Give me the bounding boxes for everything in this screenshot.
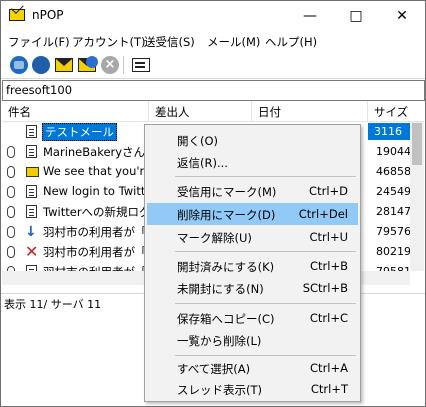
column-from[interactable]: 差出人 bbox=[149, 101, 252, 122]
toolbar: × bbox=[1, 52, 425, 79]
menu-help[interactable]: ヘルプ(H) bbox=[265, 34, 317, 50]
row-size: 3116 bbox=[368, 123, 416, 140]
title-bar: nPOP — □ ✕ bbox=[1, 1, 425, 31]
column-size[interactable]: サイズ bbox=[368, 101, 424, 122]
menu-unmark[interactable]: マーク解除(U) Ctrl+U bbox=[147, 226, 358, 248]
menu-open[interactable]: 開く(O) bbox=[147, 129, 358, 151]
row-subject: MarineBakeryさん、. bbox=[43, 145, 148, 159]
download-arrow-icon: ↓ bbox=[25, 224, 37, 240]
attachment-icon bbox=[7, 246, 15, 258]
context-menu: 開く(O) 返信(R)... 受信用にマーク(M) Ctrl+D 削除用にマーク(… bbox=[144, 124, 361, 402]
menu-account[interactable]: アカウント(T) bbox=[72, 34, 146, 50]
menu-thread-view[interactable]: スレッド表示(T) Ctrl+T bbox=[147, 378, 358, 400]
row-size: 46858 bbox=[376, 165, 411, 178]
row-subject: New login to Twitt... bbox=[43, 184, 148, 198]
mailbox-list-icon[interactable] bbox=[132, 58, 150, 72]
menu-select-all[interactable]: すべて選択(A) Ctrl+A bbox=[147, 357, 358, 379]
document-icon bbox=[26, 125, 37, 138]
row-size: 80219 bbox=[376, 245, 411, 258]
row-subject: 羽村市の利用者が「... bbox=[43, 225, 148, 239]
menu-copy-to-savebox[interactable]: 保存箱へコピー(C) Ctrl+C bbox=[147, 307, 358, 329]
menu-mark-receive[interactable]: 受信用にマーク(M) Ctrl+D bbox=[147, 180, 358, 202]
column-subject[interactable]: 件名 bbox=[2, 101, 149, 122]
stop-icon[interactable]: × bbox=[101, 56, 119, 74]
row-subject: We see that you're... bbox=[43, 164, 148, 178]
envelope-icon bbox=[26, 167, 39, 177]
toolbar-separator bbox=[123, 56, 124, 74]
new-mail-icon[interactable] bbox=[55, 58, 73, 72]
menu-file[interactable]: ファイル(F) bbox=[8, 34, 70, 50]
account-value: freesoft100 bbox=[6, 83, 73, 97]
row-size: 24549 bbox=[376, 185, 411, 198]
row-size: 79576 bbox=[376, 225, 411, 238]
menu-mail[interactable]: メール(M) bbox=[207, 34, 260, 50]
document-icon bbox=[26, 205, 37, 218]
attachment-icon bbox=[7, 186, 15, 198]
menu-separator bbox=[175, 251, 356, 252]
npop-app-icon bbox=[9, 9, 25, 21]
attachment-icon bbox=[7, 146, 15, 158]
status-text: 表示 11/ サーバ 11 bbox=[4, 298, 102, 311]
menu-separator bbox=[175, 303, 356, 304]
row-size: 28147 bbox=[376, 205, 411, 218]
maximize-button[interactable]: □ bbox=[333, 1, 379, 31]
menu-mark-delete[interactable]: 削除用にマーク(D) Ctrl+Del bbox=[147, 203, 358, 225]
reply-mail-icon[interactable] bbox=[78, 56, 98, 72]
row-subject: 羽村市の利用者が「... bbox=[43, 245, 148, 259]
scrollbar-thumb[interactable] bbox=[412, 123, 422, 165]
document-icon bbox=[26, 185, 37, 198]
row-subject: テストメール bbox=[42, 123, 117, 141]
column-date[interactable]: 日付 bbox=[252, 101, 368, 122]
app-window: nPOP — □ ✕ ファイル(F) アカウント(T) 送受信(S) メール(M… bbox=[0, 0, 426, 407]
attachment-icon bbox=[7, 226, 15, 238]
minimize-button[interactable]: — bbox=[287, 1, 333, 31]
attachment-icon bbox=[7, 206, 15, 218]
menu-reply[interactable]: 返信(R)... bbox=[147, 151, 358, 173]
window-title: nPOP bbox=[32, 8, 64, 22]
document-icon bbox=[26, 145, 37, 158]
row-size: 19044 bbox=[376, 145, 411, 158]
menu-send-receive[interactable]: 送受信(S) bbox=[144, 34, 195, 50]
menu-remove-from-list[interactable]: 一覧から削除(L) bbox=[147, 329, 358, 351]
attachment-icon bbox=[7, 166, 15, 178]
menu-mark-unread[interactable]: 未開封にする(N) SCtrl+B bbox=[147, 277, 358, 299]
send-receive-icon[interactable] bbox=[32, 56, 50, 74]
menu-separator bbox=[175, 355, 356, 356]
menu-mark-read[interactable]: 開封済みにする(K) Ctrl+B bbox=[147, 255, 358, 277]
delete-mark-icon: ✕ bbox=[25, 242, 39, 261]
menu-bar: ファイル(F) アカウント(T) 送受信(S) メール(M) ヘルプ(H) bbox=[1, 31, 425, 51]
close-button[interactable]: ✕ bbox=[379, 1, 425, 31]
check-mail-icon[interactable] bbox=[10, 56, 28, 74]
vertical-scrollbar[interactable] bbox=[410, 122, 424, 271]
menu-separator bbox=[175, 176, 356, 177]
row-subject: Twitterへの新規ログ... bbox=[43, 205, 148, 219]
account-select[interactable]: freesoft100 bbox=[2, 80, 425, 101]
